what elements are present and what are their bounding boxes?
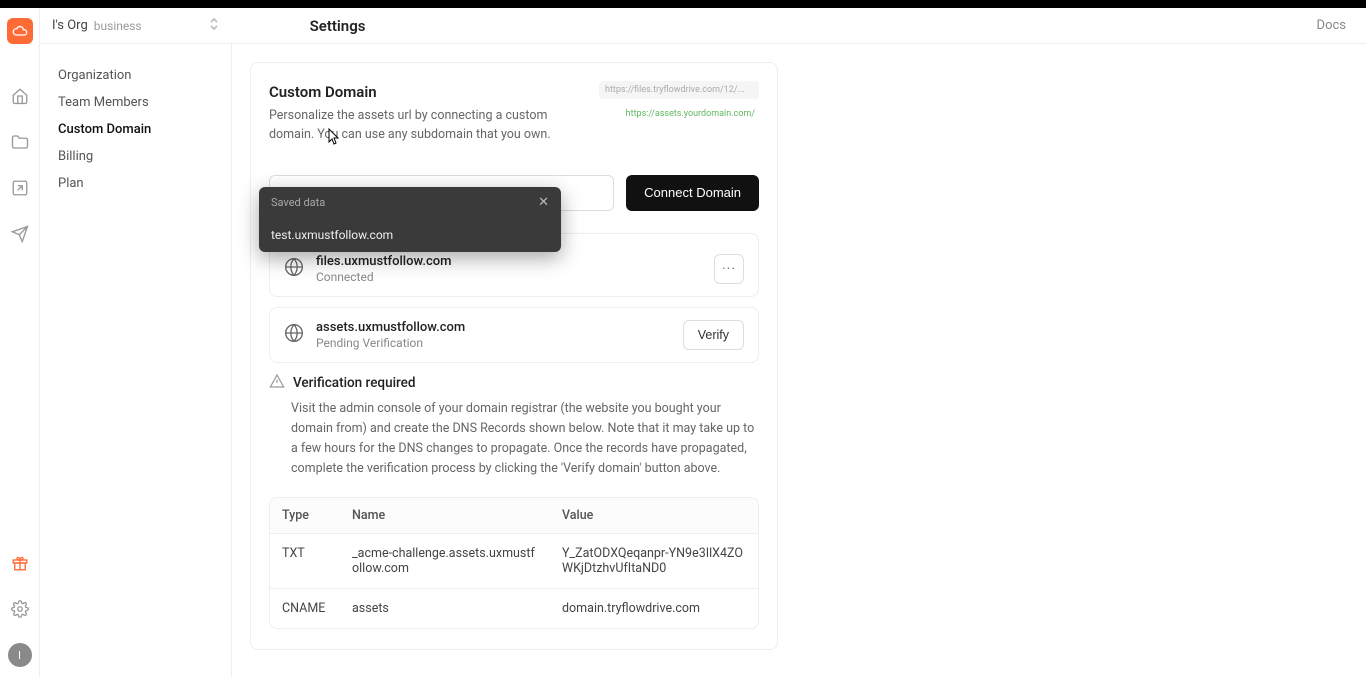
domain-list: files.uxmustfollow.com Connected ··· ass… <box>269 233 759 629</box>
dns-records-table: Type Name Value TXT _acme-challenge.asse… <box>269 497 759 629</box>
dns-value: Y_ZatODXQeqanpr-YN9e3IlX4ZOWKjDtzhvUfIta… <box>550 534 758 589</box>
dns-name: _acme-challenge.assets.uxmustfollow.com <box>340 534 550 589</box>
globe-icon <box>284 257 304 281</box>
plan-badge: business <box>94 19 142 33</box>
rail-export-icon[interactable] <box>8 176 32 200</box>
dns-col-value: Value <box>550 498 758 534</box>
custom-domain-card: Custom Domain Personalize the assets url… <box>250 62 778 650</box>
export-icon <box>11 179 29 197</box>
folder-icon <box>11 133 29 151</box>
org-name: I's Org <box>52 18 88 33</box>
settings-sidenav: Organization Team Members Custom Domain … <box>40 44 232 677</box>
sidenav-item-custom-domain[interactable]: Custom Domain <box>58 116 231 143</box>
connect-domain-button[interactable]: Connect Domain <box>626 175 759 211</box>
autocomplete-popover: Saved data ✕ test.uxmustfollow.com <box>259 187 561 252</box>
dns-name: assets <box>340 589 550 628</box>
domain-name: files.uxmustfollow.com <box>316 254 702 269</box>
url-preview-new: https://assets.yourdomain.com/ <box>599 107 759 121</box>
url-preview: https://files.tryflowdrive.com/12/... ht… <box>599 81 759 121</box>
sidenav-item-team-members[interactable]: Team Members <box>58 89 231 116</box>
domain-status: Connected <box>316 270 702 284</box>
verification-title: Verification required <box>293 375 416 391</box>
page-title: Settings <box>310 17 366 35</box>
verification-description: Visit the admin console of your domain r… <box>291 399 759 479</box>
rail-home-icon[interactable] <box>8 84 32 108</box>
rail-gift-icon[interactable] <box>8 551 32 575</box>
verify-button[interactable]: Verify <box>683 320 744 350</box>
sidenav-item-billing[interactable]: Billing <box>58 143 231 170</box>
dns-value: domain.tryflowdrive.com <box>550 589 758 628</box>
header: I's Org business Settings Docs <box>40 8 1366 44</box>
sidenav-item-organization[interactable]: Organization <box>58 62 231 89</box>
dns-row: TXT _acme-challenge.assets.uxmustfollow.… <box>270 534 758 589</box>
domain-item-pending: assets.uxmustfollow.com Pending Verifica… <box>269 307 759 363</box>
dns-type: CNAME <box>270 589 340 628</box>
app-logo[interactable] <box>7 18 33 44</box>
home-icon <box>11 87 29 105</box>
domain-name: assets.uxmustfollow.com <box>316 320 671 335</box>
autocomplete-heading: Saved data <box>271 196 325 209</box>
verification-section: Verification required Visit the admin co… <box>269 373 759 629</box>
url-preview-old: https://files.tryflowdrive.com/12/... <box>599 81 759 99</box>
send-icon <box>11 225 29 243</box>
sidenav-item-plan[interactable]: Plan <box>58 170 231 197</box>
domain-more-button[interactable]: ··· <box>714 254 744 284</box>
chevron-updown-icon <box>208 17 220 35</box>
autocomplete-item[interactable]: test.uxmustfollow.com <box>259 218 561 252</box>
rail-settings-icon[interactable] <box>8 597 32 621</box>
gift-icon <box>11 554 29 572</box>
card-description: Personalize the assets url by connecting… <box>269 107 579 145</box>
close-icon[interactable]: ✕ <box>538 195 549 210</box>
gear-icon <box>11 600 29 618</box>
dns-col-type: Type <box>270 498 340 534</box>
domain-status: Pending Verification <box>316 336 671 350</box>
warning-icon <box>269 373 285 393</box>
main-content: Custom Domain Personalize the assets url… <box>232 44 1366 677</box>
org-switcher[interactable]: I's Org business <box>52 17 220 35</box>
avatar[interactable]: I <box>8 643 32 667</box>
docs-link[interactable]: Docs <box>1317 18 1346 33</box>
dns-row: CNAME assets domain.tryflowdrive.com <box>270 589 758 628</box>
dns-col-name: Name <box>340 498 550 534</box>
cloud-icon <box>12 23 28 39</box>
window-top-bar <box>0 0 1366 8</box>
rail-send-icon[interactable] <box>8 222 32 246</box>
globe-icon <box>284 323 304 347</box>
left-rail: I <box>0 8 40 677</box>
rail-folder-icon[interactable] <box>8 130 32 154</box>
dns-type: TXT <box>270 534 340 589</box>
